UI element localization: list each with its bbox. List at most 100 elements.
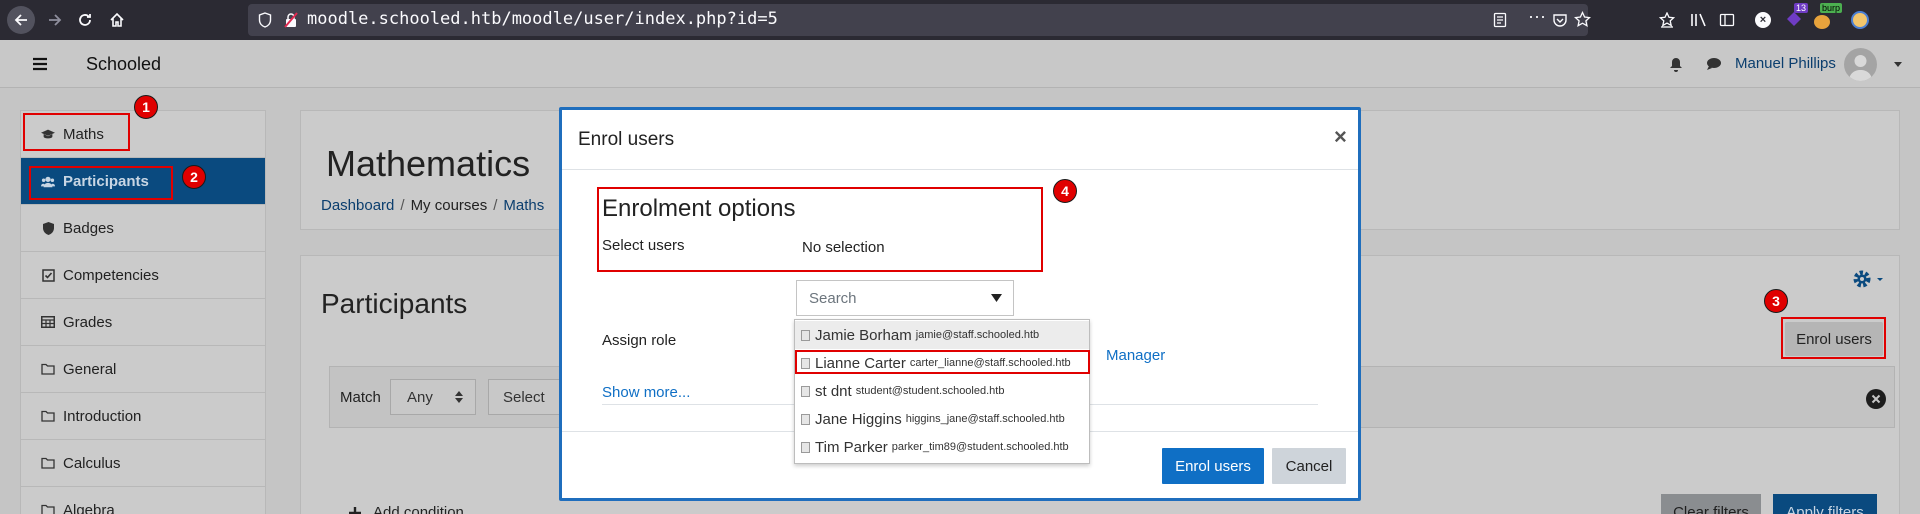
nav-drawer-toggle[interactable] bbox=[18, 50, 62, 78]
user-icon bbox=[801, 441, 810, 453]
back-button[interactable] bbox=[7, 6, 35, 34]
chat-icon[interactable] bbox=[1706, 57, 1722, 71]
library-icon[interactable] bbox=[1690, 12, 1708, 28]
sidebar-item-label: General bbox=[63, 360, 117, 378]
list-item[interactable]: Tim Parker parker_tim89@student.schooled… bbox=[795, 433, 1089, 461]
assign-role-select[interactable]: Manager bbox=[1106, 347, 1165, 364]
close-circle-icon[interactable]: × bbox=[1755, 12, 1771, 28]
extension-badge-icon[interactable]: 13 bbox=[1784, 3, 1809, 29]
sidebar-item-calculus[interactable]: Calculus bbox=[21, 440, 265, 487]
annotation-badge-4: 4 bbox=[1053, 179, 1077, 203]
sidebar-item-grades[interactable]: Grades bbox=[21, 299, 265, 346]
forward-button[interactable] bbox=[41, 6, 69, 34]
modal-header: Enrol users × bbox=[562, 110, 1358, 170]
search-placeholder: Search bbox=[809, 290, 857, 307]
top-navbar: Schooled Manuel Phillips bbox=[0, 40, 1920, 88]
page-actions-icon[interactable]: ··· bbox=[1528, 6, 1546, 27]
annotation-box-maths bbox=[23, 113, 130, 151]
option-name: Jamie Borham bbox=[815, 326, 912, 344]
match-select-value: Any bbox=[407, 389, 433, 406]
sidebar-item-label: Badges bbox=[63, 219, 114, 237]
user-suggestions-list: Jamie Borham jamie@staff.schooled.htb Li… bbox=[794, 319, 1090, 464]
sidebar-item-introduction[interactable]: Introduction bbox=[21, 393, 265, 440]
assign-role-label: Assign role bbox=[602, 332, 677, 349]
list-item[interactable]: Jane Higgins higgins_jane@staff.schooled… bbox=[795, 405, 1089, 433]
table-icon bbox=[41, 315, 55, 329]
caret-down-icon[interactable] bbox=[1894, 62, 1902, 68]
sidebar-item-badges[interactable]: Badges bbox=[21, 205, 265, 252]
reload-icon bbox=[79, 14, 91, 26]
sidebar-item-general[interactable]: General bbox=[21, 346, 265, 393]
pocket-icon[interactable] bbox=[1552, 12, 1568, 28]
reload-button[interactable] bbox=[71, 6, 99, 34]
shield-icon bbox=[258, 12, 272, 28]
folder-icon bbox=[41, 362, 55, 376]
breadcrumb-dashboard[interactable]: Dashboard bbox=[321, 197, 394, 214]
user-search-input[interactable]: Search bbox=[796, 280, 1014, 316]
breadcrumb-separator: / bbox=[493, 197, 498, 214]
sidebar-item-label: Grades bbox=[63, 313, 113, 331]
arrow-right-icon bbox=[49, 14, 62, 26]
option-email: jamie@staff.schooled.htb bbox=[915, 329, 1040, 341]
folder-icon bbox=[41, 409, 55, 423]
sidebar-icon[interactable] bbox=[1719, 12, 1735, 28]
user-icon bbox=[801, 385, 810, 397]
sidebar-item-competencies[interactable]: Competencies bbox=[21, 252, 265, 299]
url-text[interactable]: moodle.schooled.htb/moodle/user/index.ph… bbox=[307, 9, 778, 29]
breadcrumb-maths[interactable]: Maths bbox=[503, 197, 544, 214]
breadcrumb: Dashboard / My courses / Maths bbox=[321, 197, 544, 214]
remove-filter-button[interactable] bbox=[1866, 389, 1886, 409]
select-arrows-icon bbox=[455, 391, 463, 403]
modal-title: Enrol users bbox=[578, 129, 675, 150]
user-menu-name[interactable]: Manuel Phillips bbox=[1735, 55, 1836, 72]
option-name: Jane Higgins bbox=[815, 410, 902, 428]
avatar[interactable] bbox=[1844, 48, 1877, 81]
modal-enrol-users-button[interactable]: Enrol users bbox=[1162, 448, 1264, 484]
caret-down-icon[interactable] bbox=[991, 293, 1002, 303]
user-silhouette-icon bbox=[1849, 55, 1872, 81]
filter-type-select[interactable]: Select bbox=[488, 379, 568, 415]
reader-view-icon[interactable] bbox=[1493, 12, 1507, 28]
hamburger-icon bbox=[33, 57, 47, 71]
bell-icon[interactable] bbox=[1669, 57, 1683, 72]
star-icon[interactable] bbox=[1574, 11, 1591, 28]
settings-menu[interactable] bbox=[1851, 268, 1885, 290]
folder-icon bbox=[41, 503, 55, 514]
breadcrumb-separator: / bbox=[400, 197, 405, 214]
list-item[interactable]: Jamie Borham jamie@staff.schooled.htb bbox=[795, 321, 1089, 349]
plus-icon bbox=[349, 506, 361, 514]
moodle-page: Schooled Manuel Phillips Maths Participa… bbox=[0, 40, 1920, 514]
home-button[interactable] bbox=[103, 6, 131, 34]
home-icon bbox=[110, 12, 124, 27]
sidebar-item-label: Competencies bbox=[63, 266, 159, 284]
user-icon bbox=[801, 413, 810, 425]
annotation-box-select-users bbox=[597, 187, 1043, 272]
check-square-icon bbox=[41, 268, 55, 282]
sidebar-item-algebra[interactable]: Algebra bbox=[21, 487, 265, 514]
add-condition-label: Add condition bbox=[373, 504, 464, 514]
downloads-star-icon[interactable] bbox=[1659, 12, 1675, 28]
show-more-link[interactable]: Show more... bbox=[602, 384, 690, 401]
apply-filters-button[interactable]: Apply filters bbox=[1773, 494, 1877, 514]
list-item[interactable]: st dnt student@student.schooled.htb bbox=[795, 377, 1089, 405]
option-name: st dnt bbox=[815, 382, 852, 400]
gear-icon bbox=[1853, 270, 1883, 288]
clear-filters-button[interactable]: Clear filters bbox=[1661, 494, 1761, 514]
browser-toolbar: ··· moodle.schooled.htb/moodle/user/inde… bbox=[0, 0, 1920, 40]
site-name[interactable]: Schooled bbox=[86, 54, 161, 75]
add-condition-link[interactable]: Add condition bbox=[349, 504, 464, 514]
modal-close-button[interactable]: × bbox=[1334, 124, 1347, 150]
folder-icon bbox=[41, 456, 55, 470]
annotation-badge-2: 2 bbox=[182, 165, 206, 189]
match-label: Match bbox=[340, 389, 381, 406]
sidebar-item-label: Algebra bbox=[63, 501, 115, 514]
match-select[interactable]: Any bbox=[390, 379, 476, 415]
extension-face-icon[interactable] bbox=[1851, 11, 1869, 29]
sidebar-item-label: Calculus bbox=[63, 454, 121, 472]
annotation-badge-1: 1 bbox=[134, 95, 158, 119]
annotation-box-enrol bbox=[1781, 317, 1886, 359]
breadcrumb-my-courses: My courses bbox=[410, 197, 488, 214]
modal-cancel-button[interactable]: Cancel bbox=[1272, 448, 1346, 484]
burp-extension-icon[interactable]: burp bbox=[1812, 3, 1843, 29]
arrow-left-icon bbox=[14, 14, 27, 26]
